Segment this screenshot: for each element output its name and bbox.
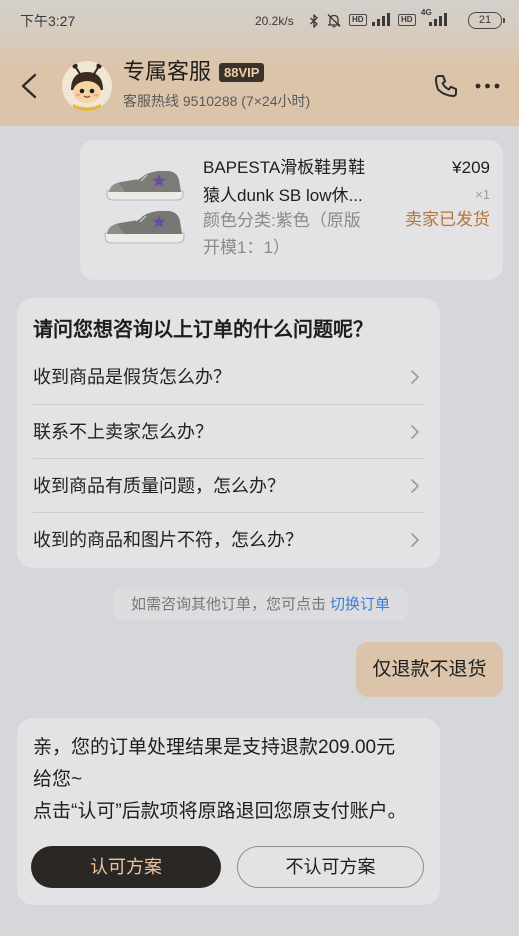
vip-badge: 88VIP xyxy=(219,62,265,82)
accept-plan-button[interactable]: 认可方案 xyxy=(31,846,221,888)
back-button[interactable] xyxy=(16,70,44,102)
product-title-line: BAPESTA滑板鞋男鞋 xyxy=(203,158,366,177)
bot-message-card: 亲，您的订单处理结果是支持退款209.00元 给您~ 点击“认可”后款项将原路退… xyxy=(17,718,440,905)
page-title: 专属客服 xyxy=(123,59,212,84)
phone-icon[interactable] xyxy=(433,73,459,99)
product-spec: 颜色分类:紫色（原版 开模1：1） xyxy=(203,207,361,261)
faq-title: 请问您想咨询以上订单的什么问题呢？ xyxy=(33,319,373,341)
faq-item[interactable]: 收到商品有质量问题，怎么办？ xyxy=(33,458,424,512)
status-bar: 下午3:27 20.2k/s HD HD 4G 21 xyxy=(0,0,519,44)
back-arrow-icon[interactable] xyxy=(16,70,44,102)
system-tip-text: 如需咨询其他订单，您可点击 xyxy=(130,596,326,613)
chevron-right-icon xyxy=(411,370,419,384)
user-message-text: 仅退款不退货 xyxy=(372,659,487,680)
system-tip: 如需咨询其他订单，您可点击 切换订单 xyxy=(113,589,408,620)
mute-icon xyxy=(326,13,342,28)
switch-order-link[interactable]: 切换订单 xyxy=(330,596,390,613)
hd-badge: HD xyxy=(349,14,367,26)
product-quantity: ×1 xyxy=(475,187,490,202)
faq-item[interactable]: 收到商品是假货怎么办？ xyxy=(33,350,424,404)
bluetooth-icon xyxy=(309,14,319,28)
hotline-subtitle: 客服热线 9510288 (7×24小时) xyxy=(123,93,311,109)
reject-plan-button[interactable]: 不认可方案 xyxy=(237,846,424,888)
signal-icon xyxy=(371,13,391,26)
bot-message-line: 亲，您的订单处理结果是支持退款209.00元 xyxy=(33,737,396,758)
bot-message-text: 亲，您的订单处理结果是支持退款209.00元 给您~ 点击“认可”后款项将原路退… xyxy=(33,732,407,828)
faq-item[interactable]: 联系不上卖家怎么办？ xyxy=(33,404,424,458)
status-time: 下午3:27 xyxy=(20,13,76,29)
faq-item-label: 收到商品是假货怎么办？ xyxy=(33,367,231,387)
faq-item[interactable]: 收到的商品和图片不符，怎么办？ xyxy=(33,512,424,566)
faq-item-label: 联系不上卖家怎么办？ xyxy=(33,421,213,442)
chevron-right-icon xyxy=(411,478,419,493)
avatar[interactable] xyxy=(62,61,112,111)
chevron-right-icon xyxy=(411,424,419,439)
faq-item-label: 收到的商品和图片不符，怎么办？ xyxy=(33,529,303,550)
battery-level: 21 xyxy=(478,14,492,26)
order-card[interactable]: BAPESTA滑板鞋男鞋 猿人dunk SB low休... 颜色分类:紫色（原… xyxy=(80,140,503,280)
product-title: BAPESTA滑板鞋男鞋 猿人dunk SB low休... xyxy=(203,154,365,210)
faq-item-label: 收到商品有质量问题，怎么办？ xyxy=(33,475,285,496)
call-button[interactable] xyxy=(433,73,459,99)
avatar-icon[interactable] xyxy=(62,61,112,111)
battery-icon: 21 xyxy=(468,12,505,29)
product-spec-line: 颜色分类:紫色（原版 xyxy=(203,211,361,230)
hd-badge: HD xyxy=(398,14,416,26)
bot-message-line: 给您~ xyxy=(33,769,83,790)
faq-card: 请问您想咨询以上订单的什么问题呢？ 收到商品是假货怎么办？ 联系不上卖家怎么办？… xyxy=(17,298,440,568)
network-speed: 20.2k/s xyxy=(255,14,294,28)
bot-message-line: 点击“认可”后款项将原路退回您原支付账户。 xyxy=(33,801,407,822)
product-title-line: 猿人dunk SB low休... xyxy=(203,186,363,205)
more-button[interactable] xyxy=(474,76,502,96)
chevron-right-icon xyxy=(411,532,419,547)
signal-icon xyxy=(428,13,448,26)
more-icon[interactable] xyxy=(474,76,502,96)
sneaker-icon xyxy=(104,171,185,244)
user-message-bubble: 仅退款不退货 xyxy=(356,642,503,697)
product-spec-line: 开模1：1） xyxy=(203,238,290,257)
product-image[interactable] xyxy=(101,158,189,250)
order-status: 卖家已发货 xyxy=(405,210,490,229)
product-price: ¥209 xyxy=(452,158,490,177)
title-row: 专属客服 88VIP xyxy=(123,58,265,86)
